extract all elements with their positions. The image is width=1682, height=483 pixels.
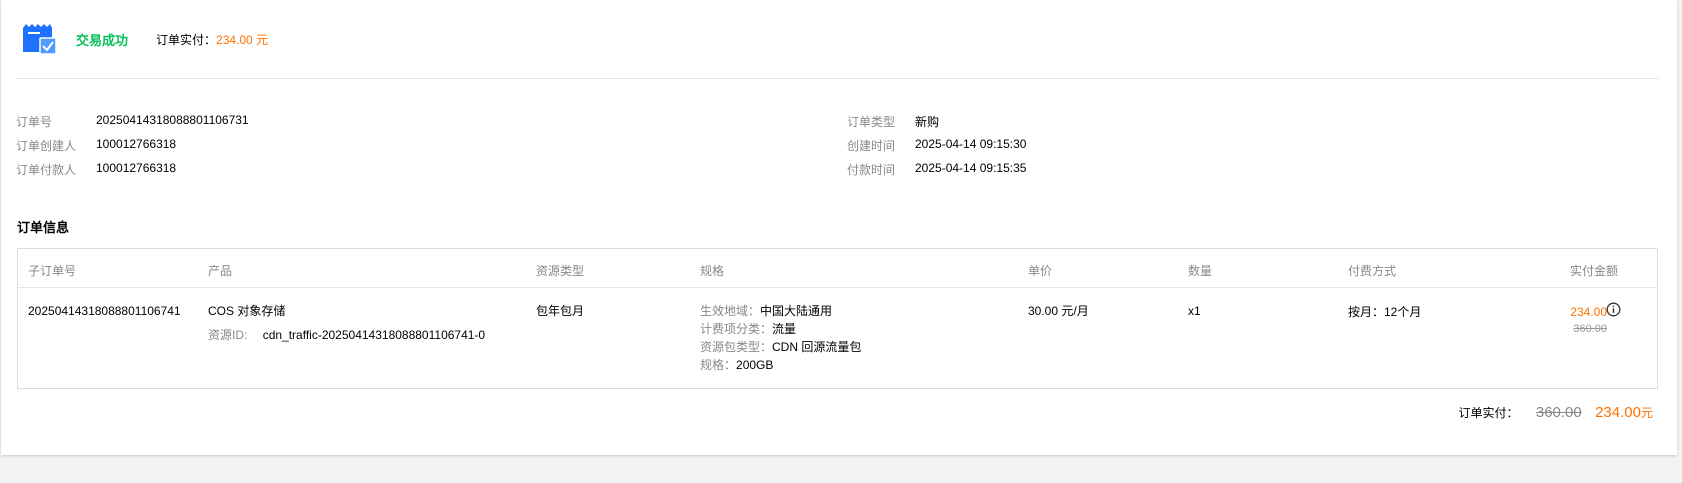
meta-order-id-label: 订单号 bbox=[16, 115, 53, 129]
meta-paid-time-value: 2025-04-14 09:15:35 bbox=[915, 161, 1027, 175]
row-paid-amount: 234.00 bbox=[1570, 305, 1607, 319]
th-product: 产品 bbox=[208, 264, 233, 278]
spec-package-type: 资源包类型：CDN 回源流量包 bbox=[700, 338, 861, 356]
th-paid-amount: 实付金额 bbox=[1570, 264, 1619, 278]
th-sub-order: 子订单号 bbox=[28, 264, 77, 278]
spec-region-label: 生效地域： bbox=[700, 304, 761, 318]
billing-method: 按月：12个月 bbox=[1348, 305, 1422, 319]
spec-category: 计费项分类：流量 bbox=[700, 320, 796, 338]
meta-order-id-value: 20250414318088801106731 bbox=[96, 113, 249, 127]
order-items-table: 子订单号 产品 资源类型 规格 单价 数量 付费方式 实付金额 20250414… bbox=[17, 248, 1658, 389]
info-circle-icon[interactable] bbox=[1606, 302, 1621, 317]
resource-type: 包年包月 bbox=[536, 304, 585, 318]
header-paid-label: 订单实付： bbox=[156, 33, 217, 47]
meta-order-type-label: 订单类型 bbox=[847, 115, 896, 129]
order-status-header: 交易成功 订单实付：234.00 元 bbox=[1, 0, 1677, 80]
total-paid-amount: 234.00 bbox=[1595, 404, 1641, 421]
header-divider bbox=[16, 78, 1659, 79]
order-info-section-title: 订单信息 bbox=[17, 220, 70, 235]
meta-creator-label: 订单创建人 bbox=[16, 139, 77, 153]
th-spec: 规格 bbox=[700, 264, 725, 278]
table-header: 子订单号 产品 资源类型 规格 单价 数量 付费方式 实付金额 bbox=[18, 249, 1657, 288]
spec-region: 生效地域：中国大陆通用 bbox=[700, 302, 832, 320]
spec-size-value: 200GB bbox=[736, 358, 774, 372]
meta-payer-value: 100012766318 bbox=[96, 161, 177, 175]
row-original-amount: 360.00 bbox=[1573, 323, 1607, 335]
meta-order-type-value: 新购 bbox=[915, 115, 940, 129]
meta-created-time-label: 创建时间 bbox=[847, 139, 896, 153]
spec-package-type-value: CDN 回源流量包 bbox=[772, 340, 862, 354]
total-label: 订单实付： bbox=[1458, 406, 1519, 420]
meta-payer-label: 订单付款人 bbox=[16, 163, 77, 177]
order-status-text: 交易成功 bbox=[76, 33, 129, 48]
header-paid-summary: 订单实付：234.00 元 bbox=[156, 31, 268, 48]
header-paid-amount: 234.00 元 bbox=[216, 33, 269, 47]
resource-id: 资源ID: cdn_traffic-2025041431808880110674… bbox=[208, 326, 485, 344]
spec-category-label: 计费项分类： bbox=[700, 322, 773, 336]
resource-id-label: 资源ID: bbox=[208, 328, 248, 342]
th-quantity: 数量 bbox=[1188, 264, 1213, 278]
meta-paid-time-label: 付款时间 bbox=[847, 163, 896, 177]
receipt-check-icon bbox=[23, 24, 57, 55]
unit-price: 30.00 元/月 bbox=[1028, 304, 1089, 318]
order-detail-card: 交易成功 订单实付：234.00 元 订单号 20250414318088801… bbox=[1, 0, 1677, 455]
total-currency-unit: 元 bbox=[1640, 406, 1653, 420]
spec-category-value: 流量 bbox=[772, 322, 797, 336]
sub-order-id: 20250414318088801106741 bbox=[28, 304, 181, 318]
spec-size-label: 规格： bbox=[700, 358, 737, 372]
spec-package-type-label: 资源包类型： bbox=[700, 340, 773, 354]
th-unit-price: 单价 bbox=[1028, 264, 1053, 278]
th-billing: 付费方式 bbox=[1348, 264, 1397, 278]
product-name: COS 对象存储 bbox=[208, 304, 286, 318]
meta-creator-value: 100012766318 bbox=[96, 137, 177, 151]
total-original-amount: 360.00 bbox=[1535, 404, 1582, 421]
spec-region-value: 中国大陆通用 bbox=[760, 304, 833, 318]
quantity: x1 bbox=[1188, 304, 1201, 318]
meta-created-time-value: 2025-04-14 09:15:30 bbox=[915, 137, 1027, 151]
th-resource-type: 资源类型 bbox=[536, 264, 585, 278]
order-total: 订单实付： 360.00 234.00元 bbox=[1459, 404, 1654, 421]
spec-size: 规格：200GB bbox=[700, 356, 773, 374]
resource-id-value: cdn_traffic-20250414318088801106741-0 bbox=[262, 328, 486, 342]
